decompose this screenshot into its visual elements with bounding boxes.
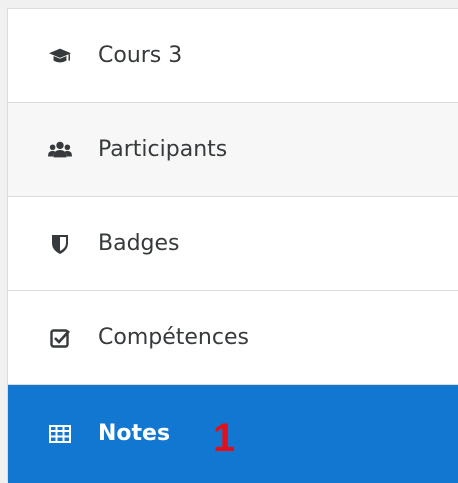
check-square-icon	[48, 326, 72, 350]
graduation-cap-icon	[48, 44, 72, 68]
nav-item-label: Notes	[98, 421, 171, 446]
table-icon	[48, 422, 72, 446]
nav-item-competences[interactable]: Compétences	[8, 291, 458, 385]
annotation-marker: 1	[213, 416, 236, 460]
nav-item-label: Cours 3	[98, 42, 183, 68]
users-icon	[48, 138, 72, 162]
nav-item-label: Compétences	[98, 324, 249, 350]
course-navigation: Cours 3 Participants Badges Compétences …	[7, 8, 458, 483]
nav-item-participants[interactable]: Participants	[8, 103, 458, 197]
shield-icon	[48, 232, 72, 256]
nav-item-badges[interactable]: Badges	[8, 197, 458, 291]
nav-item-label: Badges	[98, 230, 180, 256]
nav-item-course[interactable]: Cours 3	[8, 9, 458, 103]
nav-item-label: Participants	[98, 136, 228, 162]
